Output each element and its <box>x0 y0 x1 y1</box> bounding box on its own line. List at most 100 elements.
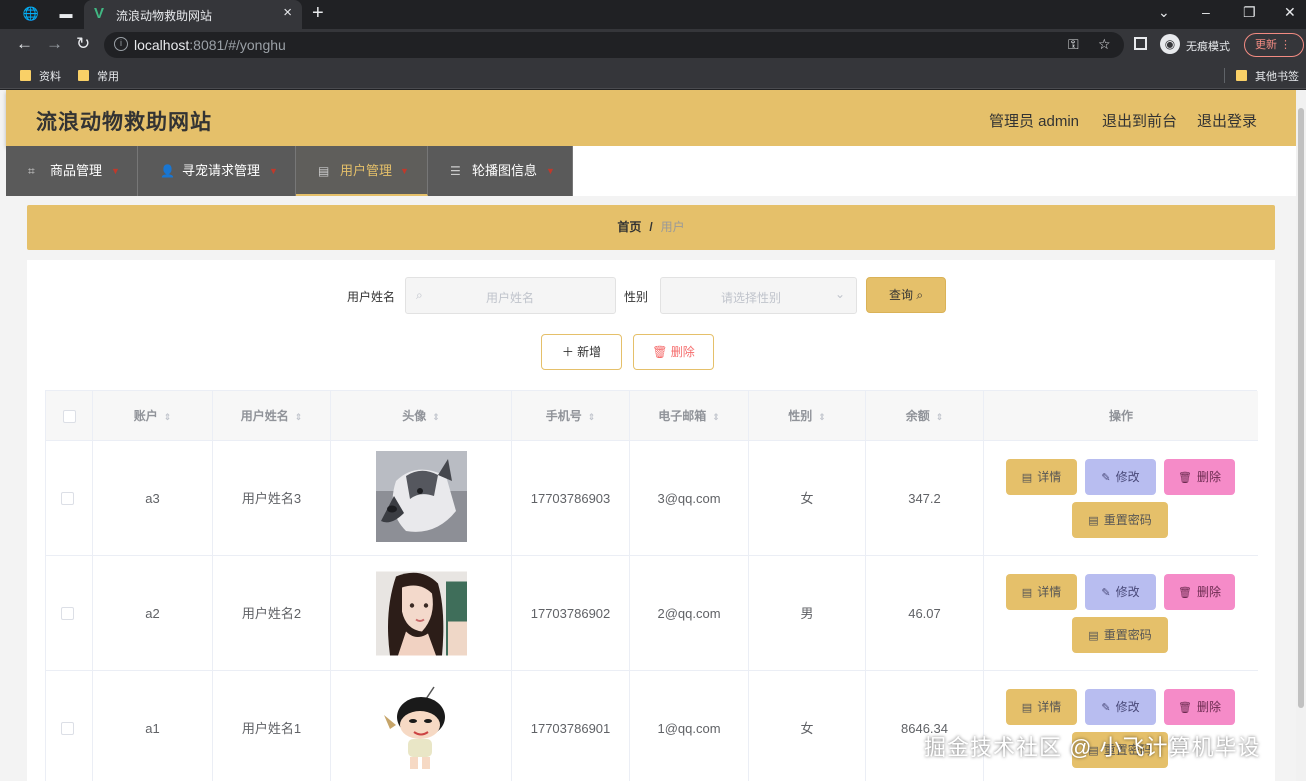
gender-select[interactable]: 请选择性别 ⌄ <box>660 277 857 314</box>
reset-label: 重置密码 <box>1103 628 1152 642</box>
row-checkbox[interactable] <box>61 607 74 620</box>
sort-icon[interactable]: ⇕ <box>712 412 720 422</box>
col-label: 用户姓名 <box>240 409 289 423</box>
detail-button[interactable]: ▤ 详情 <box>1006 574 1077 610</box>
bookmark-star-icon[interactable]: ☆ <box>1098 36 1111 53</box>
avatar-cartoon-image[interactable] <box>376 685 467 776</box>
scrollbar-thumb[interactable] <box>1298 108 1304 708</box>
operations-cell: ▤ 详情 ✎ 修改 🗑 删除 ▤ 重置密码 <box>984 671 1258 781</box>
operations-cell: ▤ 详情 ✎ 修改 🗑 删除 ▤ 重置密码 <box>984 556 1258 671</box>
sort-icon[interactable]: ⇕ <box>295 412 303 422</box>
url-field[interactable]: i localhost:8081/#/yonghu ⚿ ☆ <box>104 32 1124 58</box>
delete-button[interactable]: 🗑 删除 <box>1164 574 1235 610</box>
tab-title: 流浪动物救助网站 <box>116 9 213 23</box>
col-label: 电子邮箱 <box>658 409 707 423</box>
col-balance[interactable]: 余额 ⇕ <box>866 391 984 441</box>
back-icon[interactable]: ← <box>16 35 33 53</box>
avatar-husky-image[interactable] <box>376 451 467 542</box>
col-label: 账户 <box>133 409 158 423</box>
forward-icon[interactable]: → <box>46 35 63 53</box>
col-phone[interactable]: 手机号 ⇕ <box>512 391 630 441</box>
side-panel-icon[interactable] <box>1134 37 1147 50</box>
menu-item-users[interactable]: ▤ 用户管理 ▼ <box>296 146 428 196</box>
sort-icon[interactable]: ⇕ <box>588 412 596 422</box>
col-email[interactable]: 电子邮箱 ⇕ <box>630 391 749 441</box>
url-path: :8081/#/yonghu <box>189 37 286 53</box>
menu-item-carousel[interactable]: ☰ 轮播图信息 ▼ <box>428 146 573 196</box>
edit-button[interactable]: ✎ 修改 <box>1085 574 1156 610</box>
select-cell <box>46 441 93 556</box>
sort-icon[interactable]: ⇕ <box>432 412 440 422</box>
add-button[interactable]: ＋ 新增 <box>541 334 622 370</box>
menu-label: 轮播图信息 <box>472 163 538 178</box>
chevron-down-icon[interactable]: ⌄ <box>1158 4 1170 21</box>
name-search-input[interactable]: ⌕ 用户姓名 <box>405 277 616 314</box>
balance-cell: 347.2 <box>866 441 984 556</box>
main-content: 用户姓名 ⌕ 用户姓名 性别 请选择性别 ⌄ 查询 ⌕ ＋ 新增 🗑 删除 账户… <box>27 260 1275 781</box>
reset-password-button[interactable]: ▤ 重置密码 <box>1072 617 1168 653</box>
folder-icon <box>1236 70 1247 81</box>
breadcrumb-home[interactable]: 首页 <box>617 220 641 234</box>
update-button[interactable]: 更新 ⋮ <box>1244 33 1304 57</box>
delete-button[interactable]: 🗑 删除 <box>1164 459 1235 495</box>
sort-icon[interactable]: ⇕ <box>164 412 172 422</box>
menu-item-pet-requests[interactable]: 👤 寻宠请求管理 ▼ <box>138 146 296 196</box>
admin-label: 管理员 admin <box>989 113 1080 130</box>
edit-button[interactable]: ✎ 修改 <box>1085 689 1156 725</box>
menu-item-goods[interactable]: ⌗ 商品管理 ▼ <box>6 146 138 196</box>
col-label: 手机号 <box>545 409 582 423</box>
query-button[interactable]: 查询 ⌕ <box>866 277 946 313</box>
new-tab-icon[interactable]: + <box>312 3 324 23</box>
close-tab-icon[interactable]: × <box>283 4 292 21</box>
delete-button[interactable]: 🗑 删除 <box>1164 689 1235 725</box>
site-info-icon[interactable]: i <box>114 37 128 51</box>
add-label: 新增 <box>577 345 602 359</box>
col-account[interactable]: 账户 ⇕ <box>93 391 213 441</box>
minimize-icon[interactable]: – <box>1202 4 1210 20</box>
delete-label: 删除 <box>1196 470 1221 484</box>
key-icon[interactable]: ⚿ <box>1068 36 1079 53</box>
bookmarks-bar: 资料 常用 其他书签 <box>0 61 1306 89</box>
page-scrollbar[interactable] <box>1296 90 1306 781</box>
breadcrumb: 首页 / 用户 <box>27 205 1275 250</box>
detail-button[interactable]: ▤ 详情 <box>1006 459 1077 495</box>
bookmark-folder-ziliao[interactable]: 资料 <box>20 68 61 84</box>
bookmark-folder-changyong[interactable]: 常用 <box>78 68 119 84</box>
folder-icon <box>20 70 31 81</box>
col-gender[interactable]: 性别 ⇕ <box>749 391 866 441</box>
name-cell: 用户姓名1 <box>213 671 331 781</box>
menu-label: 用户管理 <box>340 163 393 178</box>
restore-icon[interactable]: ❐ <box>1243 4 1256 21</box>
edit-button[interactable]: ✎ 修改 <box>1085 459 1156 495</box>
tab-search-icon[interactable]: ▬ <box>57 5 75 23</box>
document-icon: ▤ <box>1021 472 1033 484</box>
col-avatar[interactable]: 头像 ⇕ <box>331 391 512 441</box>
operations-cell: ▤ 详情 ✎ 修改 🗑 删除 ▤ 重置密码 <box>984 441 1258 556</box>
phone-cell: 17703786903 <box>512 441 630 556</box>
window-close-icon[interactable]: ✕ <box>1284 4 1296 21</box>
select-all-checkbox[interactable] <box>63 410 76 423</box>
user-icon: 👤 <box>160 164 175 178</box>
row-checkbox[interactable] <box>61 492 74 505</box>
col-operations: 操作 <box>984 391 1258 441</box>
balance-cell: 46.07 <box>866 556 984 671</box>
avatar-cell <box>331 441 512 556</box>
url-host: localhost <box>134 37 190 53</box>
trash-icon: 🗑 <box>1178 472 1192 484</box>
logout-link[interactable]: 退出登录 <box>1197 110 1257 131</box>
breadcrumb-separator: / <box>649 220 653 234</box>
detail-button[interactable]: ▤ 详情 <box>1006 689 1077 725</box>
reset-password-button[interactable]: ▤ 重置密码 <box>1072 502 1168 538</box>
table-row: a1 用户姓名1 17703786901 1@qq.com 女 8646.34 … <box>46 671 1258 781</box>
sort-icon[interactable]: ⇕ <box>936 412 944 422</box>
to-front-link[interactable]: 退出到前台 <box>1102 110 1177 131</box>
col-name[interactable]: 用户姓名 ⇕ <box>213 391 331 441</box>
globe-icon[interactable]: 🌐 <box>22 5 40 23</box>
other-bookmarks[interactable]: 其他书签 <box>1236 68 1299 84</box>
avatar-girl-image[interactable] <box>376 568 467 659</box>
row-checkbox[interactable] <box>61 722 74 735</box>
reload-icon[interactable]: ↻ <box>76 35 90 53</box>
browser-tab[interactable]: V 流浪动物救助网站 × <box>84 0 302 29</box>
batch-delete-button[interactable]: 🗑 删除 <box>633 334 714 370</box>
sort-icon[interactable]: ⇕ <box>818 412 826 422</box>
